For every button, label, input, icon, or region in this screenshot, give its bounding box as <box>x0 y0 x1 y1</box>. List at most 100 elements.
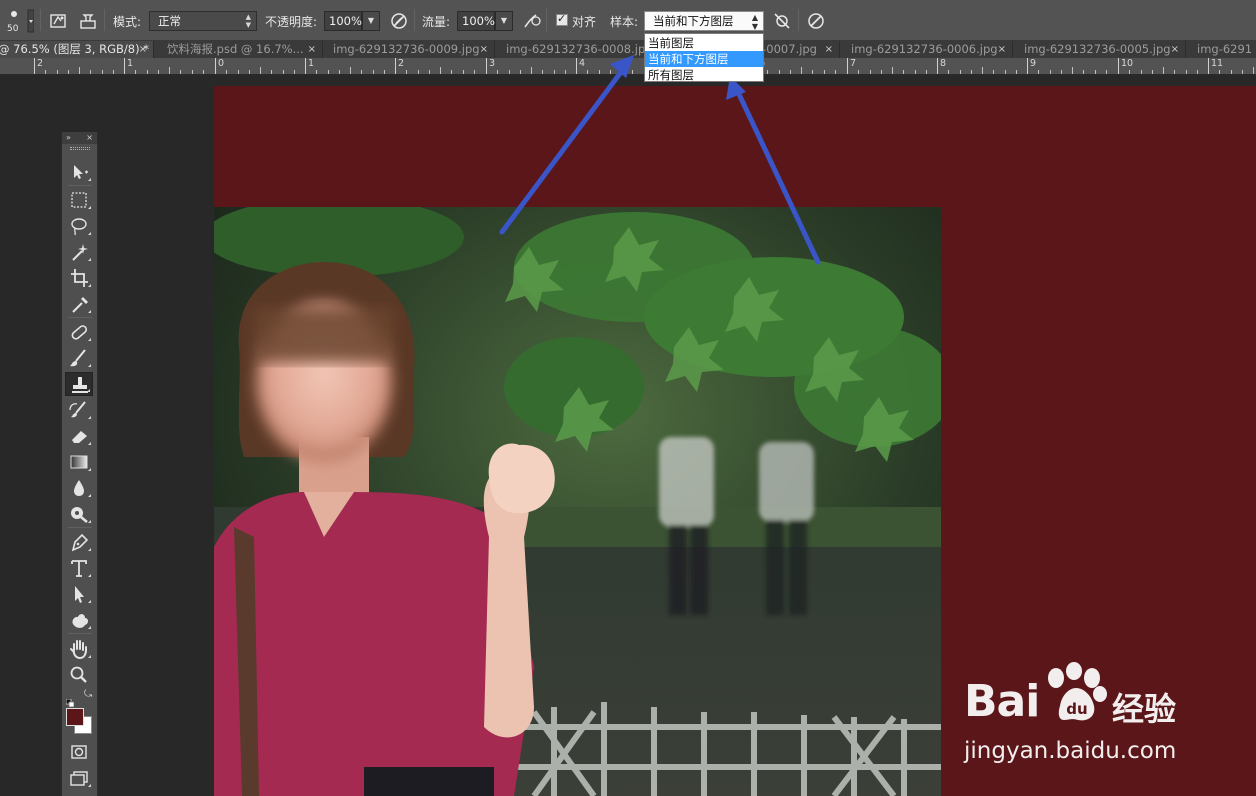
tool-group-indicator <box>88 364 91 367</box>
pressure-opacity-icon[interactable] <box>389 11 409 31</box>
document-tabs: @ 76.5% (图层 3, RGB/8) * × 饮料海报.psd @ 16.7… <box>0 41 1256 58</box>
quick-mask-button[interactable] <box>65 740 93 764</box>
tab-document[interactable]: @ 76.5% (图层 3, RGB/8) * × <box>0 41 154 58</box>
tab-label: img-629132736-0005.jpg <box>1024 42 1171 56</box>
dodge-tool[interactable] <box>65 502 93 526</box>
photo-layer[interactable] <box>214 207 941 796</box>
sample-select[interactable]: 当前和下方图层 ▲ ▼ <box>644 11 764 31</box>
brush-preset-picker[interactable]: 50 <box>4 8 34 34</box>
opacity-dropdown-button[interactable]: ▼ <box>362 11 380 31</box>
clone-stamp-tool[interactable] <box>65 372 93 396</box>
pen-tool[interactable] <box>65 530 93 554</box>
close-icon[interactable]: × <box>86 132 93 144</box>
history-brush-tool[interactable] <box>65 398 93 422</box>
ruler-minor-tick <box>384 70 385 74</box>
ruler-minor-tick <box>406 70 407 74</box>
tools-panel: » × ⤿ <box>61 132 98 796</box>
ruler-minor-tick <box>238 70 239 74</box>
ruler-minor-tick <box>57 70 58 74</box>
ruler-minor-tick <box>102 70 103 74</box>
close-icon[interactable]: × <box>139 41 147 58</box>
shape-tool[interactable] <box>65 608 93 632</box>
type-tool[interactable] <box>65 556 93 580</box>
ruler-major-tick <box>34 58 35 74</box>
ruler-minor-tick <box>1095 70 1096 74</box>
healing-brush-tool[interactable] <box>65 320 93 344</box>
ruler-minor-tick <box>881 70 882 74</box>
separator <box>798 9 799 31</box>
default-colors-icon[interactable] <box>65 692 75 708</box>
brush-panel-toggle-icon[interactable] <box>48 11 68 31</box>
gradient-tool[interactable] <box>65 450 93 474</box>
horizontal-ruler[interactable]: 2101234567891011 <box>0 58 1256 75</box>
eraser-tool[interactable] <box>65 424 93 448</box>
move-tool[interactable] <box>65 160 93 184</box>
tab-document[interactable]: img-629132736-0006.jpg × <box>847 41 1013 58</box>
ruler-major-tick <box>937 58 938 74</box>
magic-wand-tool[interactable] <box>65 240 93 264</box>
tools-panel-header[interactable]: » × <box>62 132 97 144</box>
swap-colors-icon[interactable]: ⤿ <box>84 690 94 700</box>
ruler-minor-tick <box>835 70 836 74</box>
tool-group-indicator <box>88 338 91 341</box>
ruler-minor-tick <box>1197 70 1198 74</box>
tool-group-indicator <box>88 784 91 787</box>
ruler-minor-tick <box>192 70 193 74</box>
brush-tool[interactable] <box>65 346 93 370</box>
ignore-adjustment-layers-icon[interactable] <box>772 11 792 31</box>
tool-group-indicator <box>88 178 91 181</box>
ruler-minor-tick <box>68 70 69 74</box>
lasso-tool[interactable] <box>65 214 93 238</box>
ruler-major-tick <box>305 58 306 74</box>
ruler-minor-tick <box>858 70 859 74</box>
flow-dropdown-button[interactable]: ▼ <box>495 11 513 31</box>
close-icon[interactable]: × <box>308 41 316 58</box>
marquee-tool[interactable] <box>65 188 93 212</box>
tool-group-indicator <box>88 416 91 419</box>
hand-tool[interactable] <box>65 637 93 661</box>
tool-group-indicator <box>87 389 90 392</box>
ruler-minor-tick <box>169 67 170 74</box>
path-selection-tool[interactable] <box>65 582 93 606</box>
ruler-label: 8 <box>940 58 947 69</box>
panel-grip[interactable] <box>70 147 90 150</box>
screen-mode-button[interactable] <box>65 766 93 790</box>
close-icon[interactable]: × <box>1171 41 1179 58</box>
ruler-minor-tick <box>960 70 961 74</box>
foreground-color-swatch[interactable] <box>66 708 84 726</box>
opacity-input[interactable]: 100% <box>324 11 362 31</box>
ruler-minor-tick <box>1219 70 1220 74</box>
airbrush-icon[interactable] <box>522 11 542 31</box>
tab-document[interactable]: img-629132736-0009.jpg × <box>329 41 495 58</box>
ruler-minor-tick <box>993 70 994 74</box>
pressure-size-icon[interactable] <box>806 11 826 31</box>
tab-document[interactable]: img-6291 <box>1193 41 1256 58</box>
ruler-minor-tick <box>1072 67 1073 74</box>
ruler-minor-tick <box>339 70 340 74</box>
tab-document[interactable]: 饮料海报.psd @ 16.7%... × <box>163 41 323 58</box>
close-icon[interactable]: × <box>480 41 488 58</box>
ruler-minor-tick <box>451 70 452 74</box>
flow-input[interactable]: 100% <box>457 11 495 31</box>
ruler-minor-tick <box>1174 70 1175 74</box>
zoom-tool[interactable] <box>65 663 93 687</box>
crop-tool[interactable] <box>65 266 93 290</box>
ruler-minor-tick <box>147 70 148 74</box>
sample-option-all-layers[interactable]: 所有图层 <box>645 67 763 83</box>
tab-document[interactable]: img-629132736-0005.jpg × <box>1020 41 1186 58</box>
close-icon[interactable]: × <box>825 41 833 58</box>
collapse-icon[interactable]: » <box>66 133 71 142</box>
mode-label: 模式: <box>113 15 142 29</box>
sample-option-current-and-below[interactable]: 当前和下方图层 <box>645 51 763 67</box>
sample-option-current-layer[interactable]: 当前图层 <box>645 35 763 51</box>
eyedropper-tool[interactable] <box>65 292 93 316</box>
close-icon[interactable]: × <box>998 41 1006 58</box>
align-checkbox[interactable] <box>556 12 568 26</box>
sample-value: 当前和下方图层 <box>653 14 734 28</box>
separator <box>414 9 415 31</box>
mode-select[interactable]: 正常 ▲ ▼ <box>149 11 257 31</box>
quick-mask-icon <box>71 745 87 759</box>
blur-tool[interactable] <box>65 476 93 500</box>
separator <box>40 9 41 31</box>
clone-source-panel-icon[interactable] <box>78 11 98 31</box>
